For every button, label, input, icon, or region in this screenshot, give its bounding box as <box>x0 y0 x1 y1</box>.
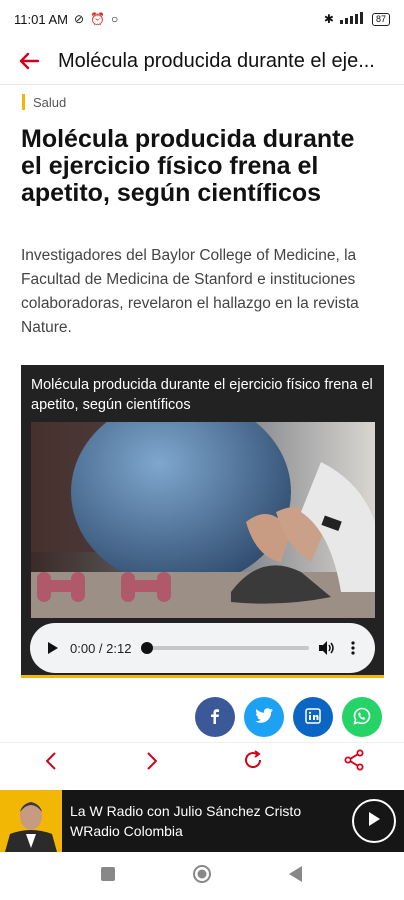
audio-time: 0:00 / 2:12 <box>70 640 132 656</box>
volume-icon[interactable] <box>319 640 335 656</box>
audio-player: 0:00 / 2:12 <box>30 623 375 673</box>
home-circle-icon <box>192 864 212 889</box>
player-program-title: La W Radio con Julio Sánchez Cristo <box>70 803 302 819</box>
recent-apps-button[interactable] <box>96 864 120 888</box>
refresh-icon <box>242 749 264 777</box>
refresh-button[interactable] <box>233 743 273 783</box>
player-station-name: WRadio Colombia <box>70 823 183 839</box>
radio-play-button[interactable] <box>352 799 396 843</box>
audio-progress-knob[interactable] <box>141 642 154 654</box>
share-icon <box>344 749 364 777</box>
play-icon <box>367 811 381 832</box>
article-headline: Molécula producida durante el ejercicio … <box>21 125 355 207</box>
more-options-icon[interactable] <box>345 640 361 656</box>
next-article-button[interactable] <box>132 743 172 783</box>
appbar-title: Molécula producida durante el eje... <box>58 49 375 72</box>
chevron-left-icon <box>45 750 56 776</box>
back-arrow-icon[interactable] <box>0 52 58 70</box>
category-tag[interactable]: Salud <box>22 94 66 110</box>
chevron-right-icon <box>146 750 157 776</box>
media-card: Molécula producida durante el ejercicio … <box>21 365 384 678</box>
linkedin-share-button[interactable] <box>293 697 333 737</box>
twitter-icon <box>255 708 273 726</box>
previous-article-button[interactable] <box>31 743 71 783</box>
square-icon <box>101 866 115 886</box>
circle-status-icon: ○ <box>110 12 119 26</box>
share-row <box>195 697 382 737</box>
twitter-share-button[interactable] <box>244 697 284 737</box>
signal-icon <box>339 11 366 27</box>
status-time: 11:01 AM <box>14 11 68 27</box>
alarm-icon: ⏰ <box>90 12 105 26</box>
home-button[interactable] <box>190 864 214 888</box>
battery-level: 87 <box>375 13 386 24</box>
host-avatar <box>0 790 62 852</box>
share-button[interactable] <box>334 743 374 783</box>
whatsapp-share-button[interactable] <box>342 697 382 737</box>
battery-icon: 87 <box>371 12 390 26</box>
bluetooth-icon: ✱ <box>323 12 334 26</box>
article-nav-row <box>0 742 404 783</box>
audio-progress-bar[interactable] <box>141 642 309 654</box>
article-summary: Investigadores del Baylor College of Med… <box>21 247 359 336</box>
status-bar: 11:01 AM ⊘ ⏰ ○ ✱ 87 <box>0 0 404 38</box>
player-text: La W Radio con Julio Sánchez Cristo WRad… <box>62 801 352 841</box>
system-back-button[interactable] <box>284 864 308 888</box>
media-title: Molécula producida durante el ejercicio … <box>31 377 373 413</box>
linkedin-icon <box>305 707 321 727</box>
whatsapp-icon <box>353 707 371 728</box>
facebook-icon <box>207 708 223 727</box>
system-nav-bar <box>0 852 404 900</box>
triangle-back-icon <box>289 865 303 887</box>
do-not-disturb-icon: ⊘ <box>73 12 85 26</box>
audio-play-icon[interactable] <box>44 640 60 656</box>
radio-player-bar[interactable]: La W Radio con Julio Sánchez Cristo WRad… <box>0 790 404 852</box>
category-bar <box>22 94 25 110</box>
category-label: Salud <box>33 94 67 110</box>
facebook-share-button[interactable] <box>195 697 235 737</box>
app-bar: Molécula producida durante el eje... <box>0 38 404 85</box>
article-image <box>31 422 375 618</box>
